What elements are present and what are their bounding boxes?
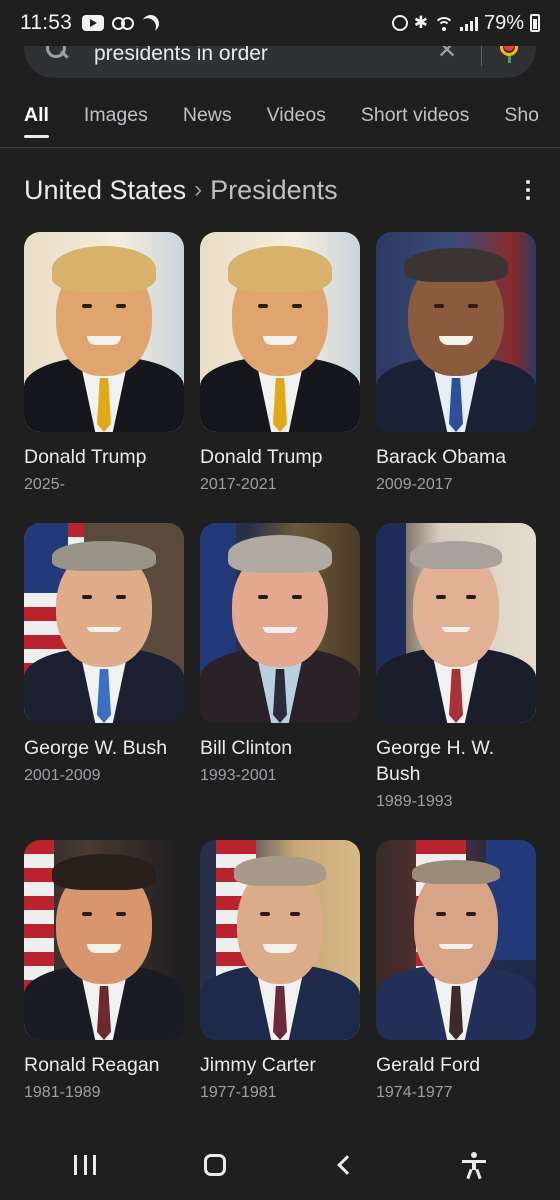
portrait-image[interactable] bbox=[200, 523, 360, 723]
voicemail-icon bbox=[112, 17, 134, 30]
battery-icon bbox=[530, 14, 540, 32]
president-years: 2025- bbox=[24, 476, 65, 493]
search-tabs: All Images News Videos Short videos Sho bbox=[0, 92, 560, 148]
signal-icon bbox=[459, 16, 478, 31]
notification-icons bbox=[82, 15, 159, 32]
portrait-image[interactable] bbox=[24, 232, 184, 432]
more-options-icon[interactable] bbox=[525, 180, 531, 200]
portrait-image[interactable] bbox=[200, 232, 360, 432]
president-years: 1974-1977 bbox=[376, 1084, 453, 1101]
president-card-carter[interactable]: Jimmy Carter 1977-1981 bbox=[200, 840, 360, 1102]
president-name[interactable]: George W. Bush bbox=[24, 735, 184, 761]
president-years: 2009-2017 bbox=[376, 476, 453, 493]
president-name[interactable]: Barack Obama bbox=[376, 444, 536, 470]
president-card-ford[interactable]: Gerald Ford 1974-1977 bbox=[376, 840, 536, 1102]
tab-short-videos[interactable]: Short videos bbox=[361, 92, 469, 147]
breadcrumb-united-states[interactable]: United States bbox=[24, 175, 186, 206]
tab-videos[interactable]: Videos bbox=[267, 92, 326, 147]
president-years: 2017-2021 bbox=[200, 476, 277, 493]
system-nav-bar bbox=[0, 1130, 560, 1200]
portrait-image[interactable] bbox=[376, 232, 536, 432]
breadcrumb-presidents: Presidents bbox=[210, 174, 338, 205]
president-name[interactable]: Gerald Ford bbox=[376, 1052, 536, 1078]
portrait-image[interactable] bbox=[24, 840, 184, 1040]
tab-images[interactable]: Images bbox=[84, 92, 148, 147]
president-card-trump-2025[interactable]: Donald Trump 2025- bbox=[24, 232, 184, 494]
president-name[interactable]: Bill Clinton bbox=[200, 735, 360, 761]
status-time: 11:53 bbox=[20, 11, 72, 34]
president-years: 1989-1993 bbox=[376, 793, 453, 810]
president-card-clinton[interactable]: Bill Clinton 1993-2001 bbox=[200, 523, 360, 785]
president-years: 1993-2001 bbox=[200, 767, 277, 784]
president-name[interactable]: Donald Trump bbox=[24, 444, 184, 470]
battery-percent: 79% bbox=[483, 11, 524, 34]
president-card-ghw-bush[interactable]: George H. W. Bush 1989-1993 bbox=[376, 523, 536, 811]
president-card-gw-bush[interactable]: George W. Bush 2001-2009 bbox=[24, 523, 184, 785]
portrait-image[interactable] bbox=[376, 840, 536, 1040]
tab-news[interactable]: News bbox=[183, 92, 232, 147]
portrait-image[interactable] bbox=[376, 523, 536, 723]
president-name[interactable]: Jimmy Carter bbox=[200, 1052, 360, 1078]
breadcrumb: United States › Presidents bbox=[24, 170, 536, 210]
president-name[interactable]: Ronald Reagan bbox=[24, 1052, 184, 1078]
portrait-image[interactable] bbox=[200, 840, 360, 1040]
tab-all[interactable]: All bbox=[24, 92, 49, 147]
president-card-obama[interactable]: Barack Obama 2009-2017 bbox=[376, 232, 536, 494]
president-name[interactable]: George H. W. Bush bbox=[376, 735, 536, 787]
wifi-icon bbox=[433, 15, 454, 31]
bluetooth-icon: ✱ bbox=[413, 13, 428, 32]
president-years: 2001-2009 bbox=[24, 767, 101, 784]
system-icons: ✱ 79% bbox=[391, 11, 540, 35]
youtube-icon bbox=[82, 15, 104, 31]
recent-apps-icon[interactable] bbox=[74, 1155, 96, 1175]
breadcrumb-separator: › bbox=[194, 176, 203, 203]
president-years: 1981-1989 bbox=[24, 1084, 101, 1101]
accessibility-icon[interactable] bbox=[462, 1152, 486, 1180]
president-name[interactable]: Donald Trump bbox=[200, 444, 360, 470]
status-bar: 11:53 ✱ 79% bbox=[0, 0, 560, 46]
portrait-image[interactable] bbox=[24, 523, 184, 723]
alarm-icon bbox=[391, 15, 408, 31]
president-card-reagan[interactable]: Ronald Reagan 1981-1989 bbox=[24, 840, 184, 1102]
do-not-disturb-icon bbox=[140, 12, 162, 34]
president-years: 1977-1981 bbox=[200, 1084, 277, 1101]
president-card-trump-2017[interactable]: Donald Trump 2017-2021 bbox=[200, 232, 360, 494]
tab-shopping[interactable]: Sho bbox=[504, 92, 539, 147]
back-icon[interactable] bbox=[337, 1155, 357, 1175]
home-icon[interactable] bbox=[204, 1154, 226, 1176]
